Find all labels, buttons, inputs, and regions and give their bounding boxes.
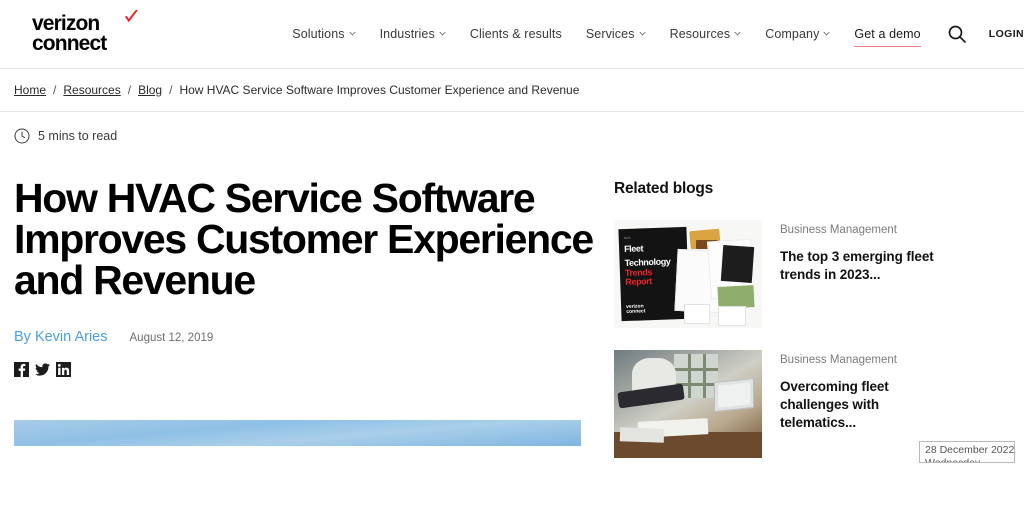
decorative-card: [684, 304, 710, 324]
chevron-down-icon: [638, 31, 646, 35]
breadcrumb-current-page: How HVAC Service Software Improves Custo…: [179, 83, 580, 97]
breadcrumb-item-resources[interactable]: Resources: [63, 83, 120, 97]
related-category: Business Management: [780, 224, 897, 236]
social-share-row: [14, 362, 614, 377]
nav-item-services[interactable]: Services: [586, 27, 646, 41]
nav-label: Resources: [669, 27, 731, 41]
breadcrumb: Home / Resources / Blog / How HVAC Servi…: [0, 68, 1024, 112]
breadcrumb-separator: /: [127, 83, 132, 97]
decorative-papers: [619, 427, 665, 443]
nav-label: Services: [585, 27, 635, 41]
decorative-grid: [703, 354, 706, 398]
nav-item-resources[interactable]: Resources: [670, 27, 742, 41]
breadcrumb-item-home[interactable]: Home: [14, 83, 46, 97]
date-tooltip: 28 December 2022 Wednesday: [919, 441, 1015, 463]
related-thumbnail-report[interactable]: 2023 Fleet Technology Trends Report veri…: [614, 220, 762, 328]
tooltip-date: 28 December 2022: [925, 444, 1015, 456]
decorative-grid: [674, 368, 718, 371]
report-title-line1: Fleet: [623, 243, 644, 255]
chevron-down-icon: [823, 31, 831, 35]
decorative-card: [718, 306, 746, 326]
report-logo: verizon connect: [626, 303, 646, 315]
chevron-down-icon: [734, 31, 741, 35]
verizon-check-icon: [124, 9, 139, 22]
report-eyebrow: 2023: [623, 235, 631, 241]
nav-label: Solutions: [292, 27, 345, 41]
related-title-link[interactable]: Overcoming fleet challenges with telemat…: [780, 378, 945, 431]
related-text: Business Management The top 3 emerging f…: [780, 220, 945, 328]
nav-item-clients-results[interactable]: Clients & results: [470, 27, 562, 41]
get-a-demo-label: Get a demo: [854, 27, 921, 41]
search-icon: [948, 25, 966, 43]
nav-item-industries[interactable]: Industries: [380, 27, 446, 41]
decorative-arm: [617, 383, 685, 409]
article-column: How HVAC Service Software Improves Custo…: [14, 156, 614, 458]
nav-label: Company: [765, 27, 820, 41]
related-thumbnail-office[interactable]: [614, 350, 762, 458]
get-a-demo-link[interactable]: Get a demo: [854, 27, 921, 47]
verizon-connect-logo[interactable]: verizon connect: [32, 9, 139, 55]
related-category: Business Management: [780, 354, 897, 366]
tooltip-weekday: Wednesday: [925, 457, 1009, 462]
decorative-laptop: [714, 377, 754, 413]
site-header: verizon connect Solutions Industries Cli…: [0, 0, 1024, 68]
publish-date: August 12, 2019: [129, 332, 214, 344]
chevron-down-icon: [349, 31, 356, 35]
twitter-icon[interactable]: [35, 362, 50, 377]
main-navigation: Solutions Industries Clients & results S…: [292, 27, 921, 47]
breadcrumb-separator: /: [169, 83, 173, 97]
read-time: 5 mins to read: [0, 116, 1024, 156]
logo-line-2: connect: [32, 31, 107, 55]
related-blogs-heading: Related blogs: [614, 180, 714, 197]
author-link[interactable]: By Kevin Aries: [14, 329, 108, 345]
nav-item-company[interactable]: Company: [765, 27, 831, 41]
demo-underline: [854, 45, 921, 47]
linkedin-icon[interactable]: [56, 362, 71, 377]
chevron-down-icon: [439, 31, 446, 35]
decorative-screen: [718, 382, 750, 408]
content-wrapper: How HVAC Service Software Improves Custo…: [0, 156, 1024, 458]
report-logo-line2: connect: [626, 308, 646, 315]
breadcrumb-item-blog[interactable]: Blog: [138, 83, 162, 97]
search-button[interactable]: [947, 24, 967, 44]
read-time-text: 5 mins to read: [38, 129, 118, 143]
nav-label: Clients & results: [469, 27, 562, 41]
decorative-grid: [688, 354, 691, 398]
list-item[interactable]: 2023 Fleet Technology Trends Report veri…: [614, 220, 1024, 328]
hero-image: [14, 420, 581, 446]
byline: By Kevin Aries August 12, 2019: [14, 329, 614, 345]
facebook-icon[interactable]: [14, 362, 29, 377]
nav-item-solutions[interactable]: Solutions: [292, 27, 356, 41]
decorative-device: [720, 244, 755, 284]
clock-icon: [14, 128, 30, 144]
login-link[interactable]: LOGIN: [989, 28, 1024, 40]
page-title: How HVAC Service Software Improves Custo…: [14, 175, 594, 303]
breadcrumb-separator: /: [53, 83, 57, 97]
header-actions: LOGIN: [947, 24, 1024, 44]
related-title-link[interactable]: The top 3 emerging fleet trends in 2023.…: [780, 248, 945, 284]
nav-label: Industries: [379, 27, 435, 41]
related-blogs-sidebar: Related blogs 2023 Fleet Technology Tren…: [614, 156, 1024, 458]
